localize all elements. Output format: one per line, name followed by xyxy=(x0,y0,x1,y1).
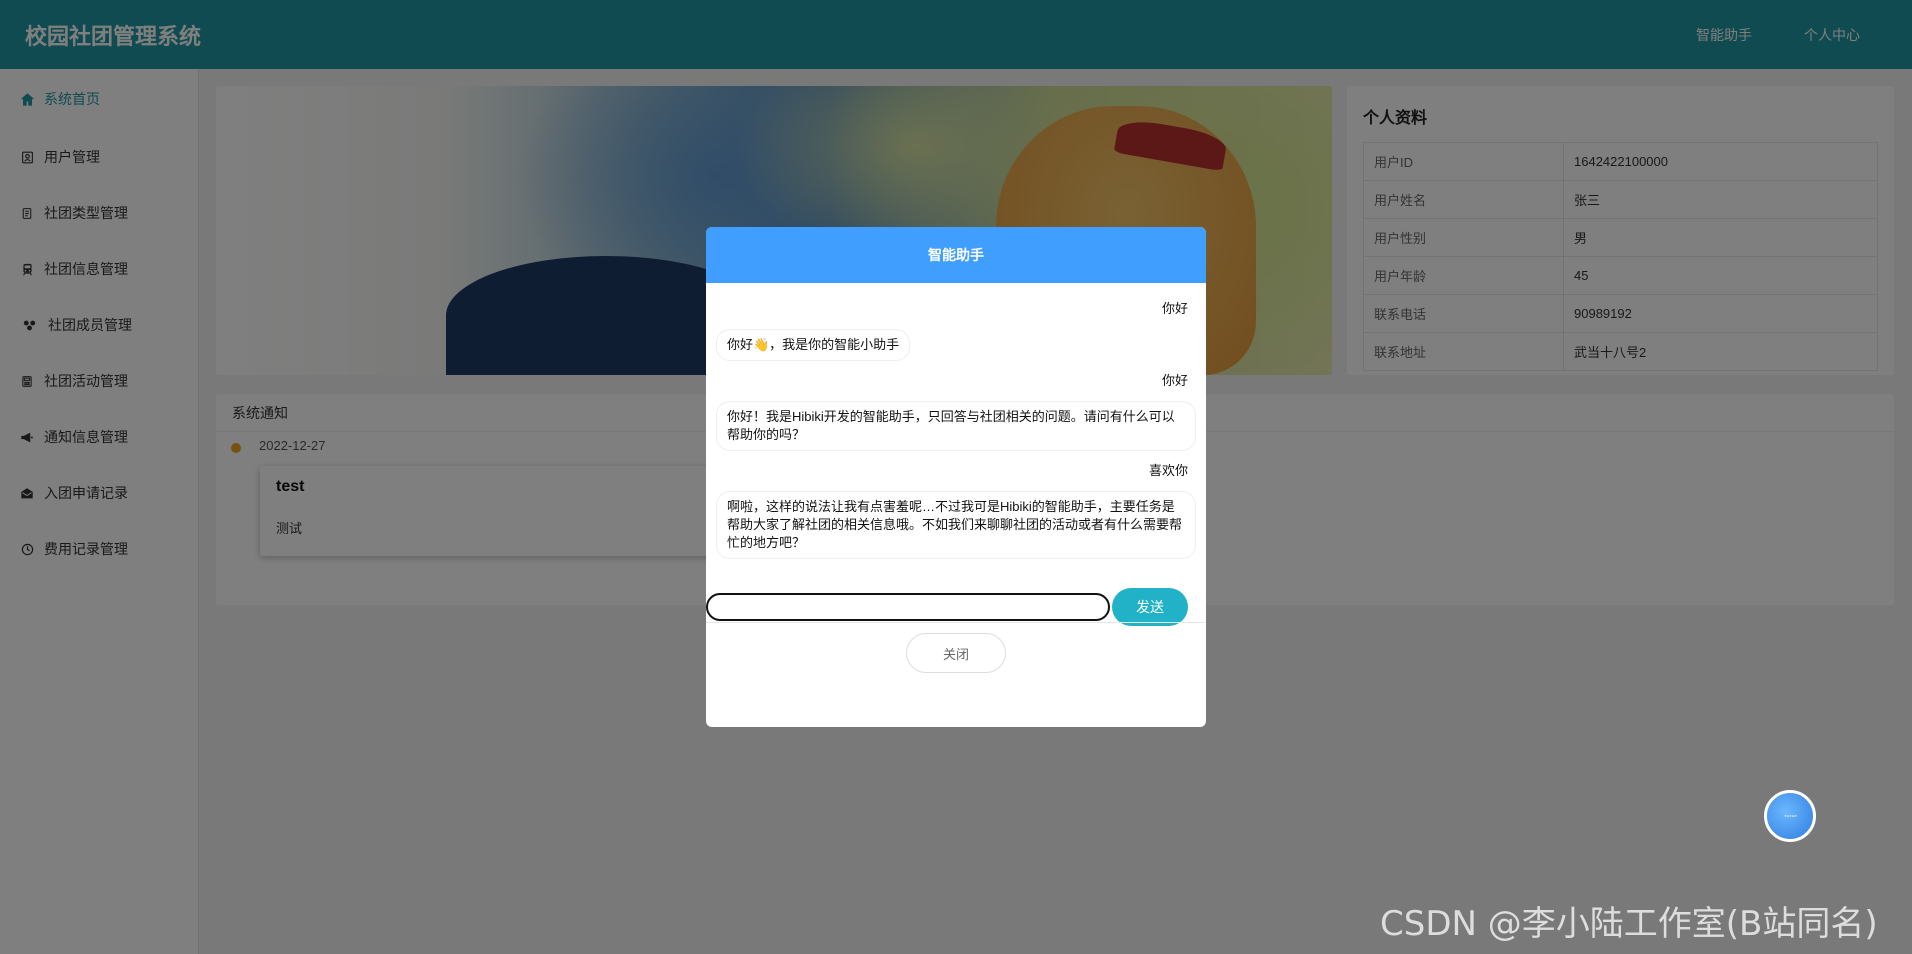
chat-message-user: 喜欢你 xyxy=(716,459,1196,483)
message-text: 啊啦，这样的说法让我有点害羞呢…不过我可是Hibiki的智能助手，主要任务是帮助… xyxy=(716,491,1196,559)
chat-input[interactable] xyxy=(706,593,1110,621)
ai-assistant-dialog: 智能助手 你好 你好👋，我是你的智能小助手 你好 你好！我是Hibiki开发的智… xyxy=(706,227,1206,727)
floating-assistant-button[interactable]: ·-·-· xyxy=(1764,790,1816,842)
dots-icon: ·-·-· xyxy=(1783,810,1797,822)
message-text: 你好👋，我是你的智能小助手 xyxy=(716,329,911,361)
send-button[interactable]: 发送 xyxy=(1112,588,1188,626)
chat-message-user: 你好 xyxy=(716,369,1196,393)
message-text: 你好 xyxy=(1161,301,1188,316)
chat-message-bot: 你好！我是Hibiki开发的智能助手，只回答与社团相关的问题。请问有什么可以帮助… xyxy=(716,401,1196,451)
watermark: CSDN @李小陆工作室(B站同名) xyxy=(1380,904,1878,944)
message-text: 你好 xyxy=(1161,373,1188,388)
message-text: 你好！我是Hibiki开发的智能助手，只回答与社团相关的问题。请问有什么可以帮助… xyxy=(716,401,1196,451)
chat-messages: 你好 你好👋，我是你的智能小助手 你好 你好！我是Hibiki开发的智能助手，只… xyxy=(706,283,1206,583)
dialog-title: 智能助手 xyxy=(706,227,1206,283)
chat-message-bot: 啊啦，这样的说法让我有点害羞呢…不过我可是Hibiki的智能助手，主要任务是帮助… xyxy=(716,491,1196,559)
chat-message-user: 你好 xyxy=(716,297,1196,321)
chat-input-row: 发送 xyxy=(706,583,1206,631)
dialog-divider xyxy=(706,622,1206,623)
chat-message-bot: 你好👋，我是你的智能小助手 xyxy=(716,329,1196,361)
message-text: 喜欢你 xyxy=(1148,463,1188,478)
close-button[interactable]: 关闭 xyxy=(906,633,1006,673)
